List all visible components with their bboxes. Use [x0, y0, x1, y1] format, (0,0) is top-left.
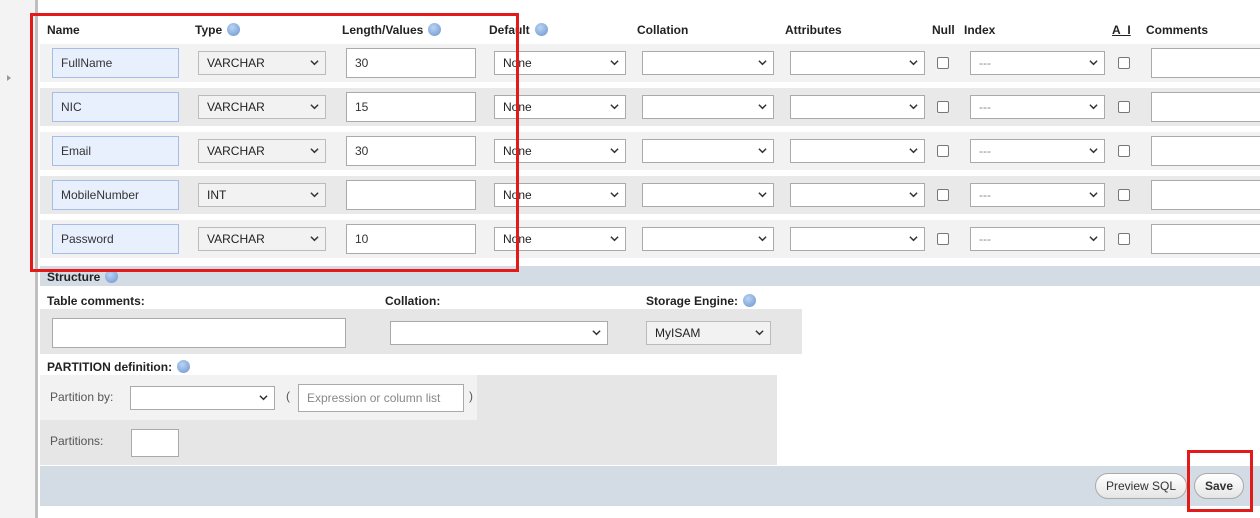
column-comments-input[interactable] — [1151, 136, 1260, 166]
null-checkbox[interactable] — [937, 233, 949, 245]
chevron-down-icon — [758, 148, 767, 154]
table-comments-label: Table comments: — [47, 294, 145, 308]
column-comments-input[interactable] — [1151, 180, 1260, 210]
help-icon[interactable] — [177, 360, 191, 374]
collation-label: Collation: — [385, 294, 441, 308]
column-collation-select[interactable] — [642, 227, 774, 251]
chevron-down-icon — [909, 148, 918, 154]
column-index-value: --- — [979, 56, 991, 70]
save-highlight-box — [1187, 450, 1253, 512]
column-index-select[interactable]: --- — [970, 227, 1105, 251]
partition-by-select[interactable] — [130, 386, 275, 410]
null-checkbox[interactable] — [937, 101, 949, 113]
column-comments-input[interactable] — [1151, 92, 1260, 122]
column-collation-select[interactable] — [642, 183, 774, 207]
table-collation-select[interactable] — [390, 321, 608, 345]
auto-increment-checkbox[interactable] — [1118, 101, 1130, 113]
open-paren: ( — [286, 389, 290, 403]
help-icon[interactable] — [743, 294, 757, 308]
header-attributes: Attributes — [785, 23, 842, 37]
column-index-select[interactable]: --- — [970, 51, 1105, 75]
column-attributes-select[interactable] — [790, 227, 925, 251]
chevron-down-icon — [758, 60, 767, 66]
chevron-down-icon — [259, 395, 268, 401]
storage-engine-select[interactable]: MyISAM — [646, 321, 771, 345]
null-checkbox[interactable] — [937, 57, 949, 69]
column-index-value: --- — [979, 100, 991, 114]
header-auto-increment: A_I — [1112, 23, 1131, 37]
chevron-down-icon — [610, 236, 619, 242]
chevron-down-icon — [758, 236, 767, 242]
column-collation-select[interactable] — [642, 139, 774, 163]
collapse-arrow-icon[interactable] — [7, 75, 11, 81]
help-icon[interactable] — [534, 23, 548, 37]
storage-engine-label: Storage Engine: — [646, 294, 757, 308]
column-comments-input[interactable] — [1151, 224, 1260, 254]
storage-engine-value: MyISAM — [655, 326, 701, 340]
chevron-down-icon — [909, 192, 918, 198]
chevron-down-icon — [610, 148, 619, 154]
footer-bar — [40, 466, 1260, 506]
structure-title: Structure — [47, 270, 119, 284]
header-collation: Collation — [637, 23, 689, 37]
chevron-down-icon — [610, 104, 619, 110]
auto-increment-checkbox[interactable] — [1118, 189, 1130, 201]
chevron-down-icon — [592, 330, 601, 336]
chevron-down-icon — [610, 60, 619, 66]
column-index-value: --- — [979, 144, 991, 158]
null-checkbox[interactable] — [937, 145, 949, 157]
column-index-select[interactable]: --- — [970, 95, 1105, 119]
column-attributes-select[interactable] — [790, 183, 925, 207]
chevron-down-icon — [1089, 192, 1098, 198]
highlight-box — [30, 13, 519, 272]
chevron-down-icon — [1089, 60, 1098, 66]
close-paren: ) — [469, 389, 473, 403]
chevron-down-icon — [1089, 148, 1098, 154]
column-attributes-select[interactable] — [790, 139, 925, 163]
column-attributes-select[interactable] — [790, 95, 925, 119]
auto-increment-checkbox[interactable] — [1118, 233, 1130, 245]
header-index: Index — [964, 23, 996, 37]
chevron-down-icon — [755, 330, 764, 336]
column-index-select[interactable]: --- — [970, 139, 1105, 163]
partition-expression-input[interactable]: Expression or column list — [298, 384, 464, 412]
chevron-down-icon — [1089, 236, 1098, 242]
chevron-down-icon — [758, 192, 767, 198]
column-index-value: --- — [979, 232, 991, 246]
chevron-down-icon — [758, 104, 767, 110]
chevron-down-icon — [1089, 104, 1098, 110]
column-attributes-select[interactable] — [790, 51, 925, 75]
partitions-input[interactable] — [131, 429, 179, 457]
help-icon[interactable] — [105, 270, 119, 284]
chevron-down-icon — [909, 104, 918, 110]
partition-title: PARTITION definition: — [47, 360, 191, 374]
header-null: Null — [932, 23, 955, 37]
auto-increment-checkbox[interactable] — [1118, 145, 1130, 157]
preview-sql-button[interactable]: Preview SQL — [1095, 473, 1187, 499]
partition-by-label: Partition by: — [50, 390, 114, 404]
column-collation-select[interactable] — [642, 51, 774, 75]
chevron-down-icon — [909, 60, 918, 66]
partitions-label: Partitions: — [50, 434, 104, 448]
table-comments-input[interactable] — [52, 318, 346, 348]
auto-increment-checkbox[interactable] — [1118, 57, 1130, 69]
chevron-down-icon — [909, 236, 918, 242]
column-index-value: --- — [979, 188, 991, 202]
chevron-down-icon — [610, 192, 619, 198]
column-collation-select[interactable] — [642, 95, 774, 119]
column-index-select[interactable]: --- — [970, 183, 1105, 207]
null-checkbox[interactable] — [937, 189, 949, 201]
header-comments: Comments — [1146, 23, 1209, 37]
column-comments-input[interactable] — [1151, 48, 1260, 78]
